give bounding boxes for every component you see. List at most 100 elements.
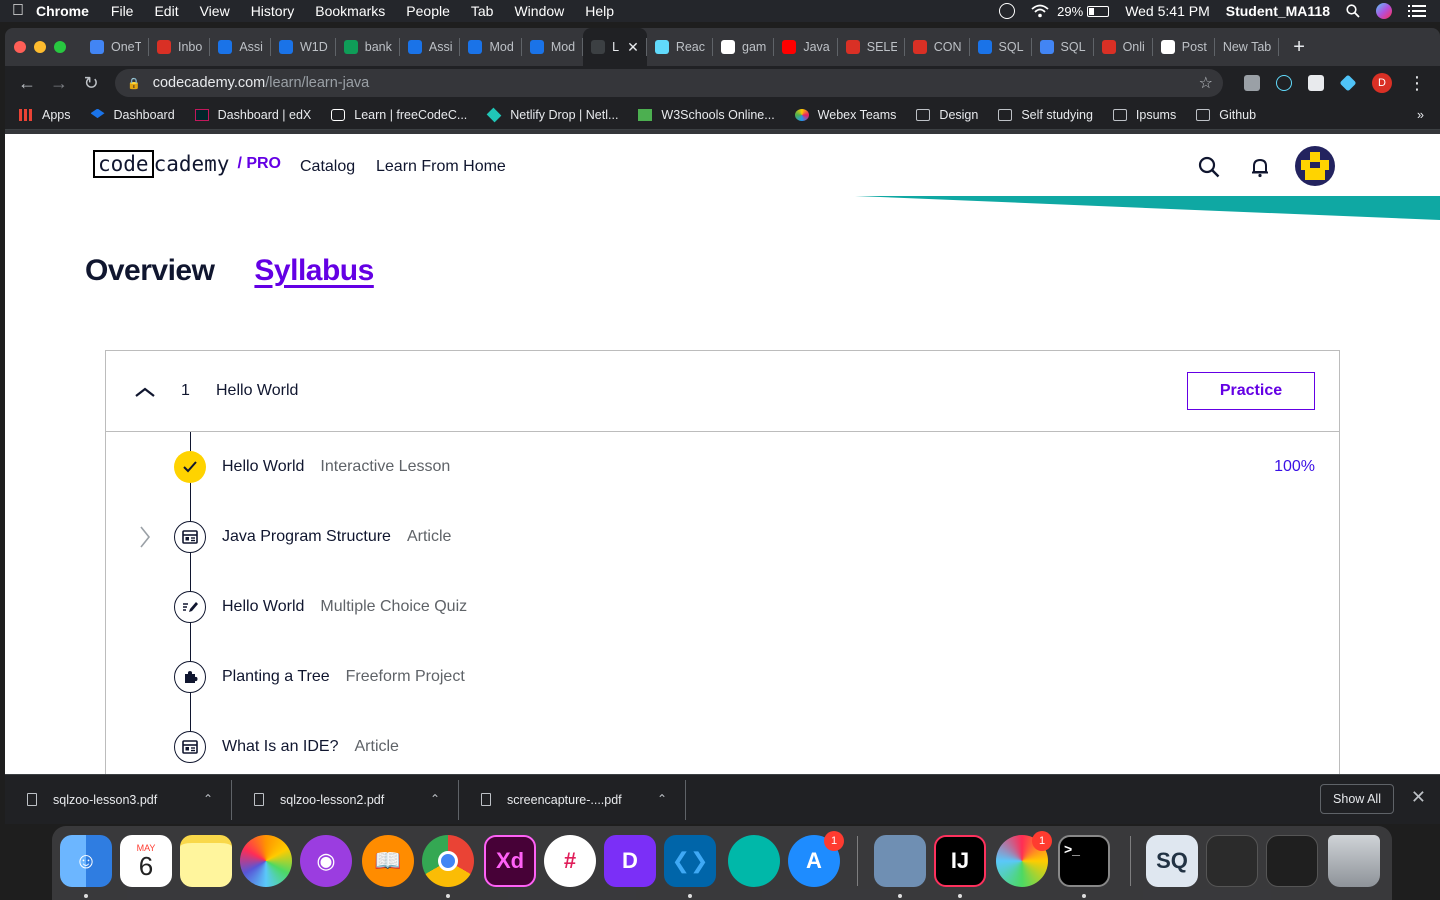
profile-avatar[interactable]: D — [1372, 73, 1392, 93]
reload-button[interactable]: ↻ — [75, 73, 107, 94]
browser-tab-active[interactable]: L ✕ — [583, 28, 647, 66]
window-thumbnail-icon[interactable] — [1266, 835, 1318, 887]
bookmarks-overflow-button[interactable]: » — [1417, 108, 1424, 122]
menu-window[interactable]: Window — [514, 3, 564, 19]
creative-cloud-icon[interactable] — [999, 3, 1016, 19]
gem-extension-icon[interactable] — [1339, 74, 1357, 92]
menu-edit[interactable]: Edit — [154, 3, 178, 19]
chevron-up-icon[interactable]: ⌃ — [430, 792, 440, 806]
screenshot-extension-icon[interactable] — [1244, 75, 1260, 91]
download-item[interactable]: sqlzoo-lesson2.pdf ⌃ — [232, 779, 459, 820]
notes-icon[interactable] — [180, 835, 232, 887]
menu-bookmarks[interactable]: Bookmarks — [315, 3, 385, 19]
teal-app-icon[interactable] — [728, 835, 780, 887]
browser-tab[interactable]: Mod — [460, 28, 523, 66]
screen-recorder-icon[interactable]: 1 — [996, 831, 1052, 887]
nav-catalog[interactable]: Catalog — [300, 158, 355, 176]
browser-tab[interactable]: bank — [336, 28, 400, 66]
lesson-item[interactable]: Hello World Interactive Lesson 100% — [106, 447, 1339, 487]
lesson-item[interactable]: Java Program Structure Article — [106, 517, 1339, 557]
lesson-item[interactable]: What Is an IDE? Article — [106, 727, 1339, 767]
close-tab-icon[interactable]: ✕ — [627, 39, 639, 56]
spotlight-icon[interactable] — [1346, 4, 1360, 18]
battery-icon[interactable] — [1087, 5, 1110, 17]
forward-button[interactable]: → — [43, 73, 75, 94]
browser-tab[interactable]: Assi — [210, 28, 271, 66]
browser-tab[interactable]: Onli — [1094, 28, 1154, 66]
intellij-icon[interactable]: IJ — [934, 835, 986, 887]
apple-menu-icon[interactable]:  — [0, 2, 36, 20]
nav-learn-from-home[interactable]: Learn From Home — [376, 158, 506, 176]
podcasts-icon[interactable]: ◉ — [300, 835, 352, 887]
bookmark-w3schools[interactable]: W3Schools Online... — [638, 108, 775, 122]
menu-history[interactable]: History — [251, 3, 295, 19]
books-icon[interactable]: 📖 — [362, 835, 414, 887]
menu-view[interactable]: View — [200, 3, 230, 19]
menu-file[interactable]: File — [111, 3, 134, 19]
extension-icon[interactable] — [1308, 75, 1324, 91]
download-item[interactable]: sqlzoo-lesson3.pdf ⌃ — [5, 779, 232, 820]
browser-tab[interactable]: Inbo — [149, 28, 211, 66]
siri-icon[interactable] — [1376, 3, 1392, 19]
vscode-icon[interactable]: ❮❯ — [664, 835, 716, 887]
bookmark-edx[interactable]: Dashboard | edX — [194, 108, 311, 122]
lesson-item[interactable]: Hello World Multiple Choice Quiz — [106, 587, 1339, 627]
search-icon[interactable] — [1198, 156, 1220, 178]
bookmark-apps[interactable]: Apps — [19, 108, 71, 122]
bookmark-folder-self-studying[interactable]: Self studying — [998, 108, 1093, 122]
menu-app-name[interactable]: Chrome — [36, 3, 89, 19]
bookmark-folder-design[interactable]: Design — [916, 108, 978, 122]
lock-icon[interactable]: 🔒 — [127, 77, 141, 90]
terminal-icon[interactable]: >_ — [1058, 835, 1110, 887]
trash-icon[interactable] — [1328, 835, 1380, 887]
chevron-up-icon[interactable]: ⌃ — [657, 792, 667, 806]
slack-icon[interactable]: # — [544, 835, 596, 887]
bookmark-dashboard[interactable]: Dashboard — [90, 108, 175, 122]
browser-tab[interactable]: Java — [774, 28, 839, 66]
zoom-window-button[interactable] — [54, 41, 66, 53]
sql-document-icon[interactable]: SQ — [1146, 835, 1198, 887]
adobe-xd-icon[interactable]: Xd — [484, 835, 536, 887]
browser-tab[interactable]: Assi — [400, 28, 461, 66]
show-all-button[interactable]: Show All — [1320, 784, 1394, 814]
chrome-icon[interactable] — [422, 835, 474, 887]
browser-tab[interactable]: CON — [905, 28, 970, 66]
lesson-item[interactable]: Planting a Tree Freeform Project — [106, 657, 1339, 697]
finder-icon[interactable]: ☺ — [60, 835, 112, 887]
bookmark-folder-github[interactable]: Github — [1196, 108, 1256, 122]
address-bar[interactable]: 🔒 codecademy.com/learn/learn-java ☆ — [115, 69, 1223, 97]
module-header[interactable]: 1 Hello World Practice — [106, 351, 1339, 432]
browser-tab[interactable]: gam — [713, 28, 775, 66]
chrome-menu-icon[interactable]: ⋮ — [1408, 73, 1426, 94]
browser-tab[interactable]: Reac — [647, 28, 714, 66]
browser-tab[interactable]: SELE — [838, 28, 905, 66]
preview-icon[interactable] — [874, 835, 926, 887]
menu-tab[interactable]: Tab — [471, 3, 494, 19]
dash-app-icon[interactable]: D — [604, 835, 656, 887]
tab-syllabus[interactable]: Syllabus — [254, 254, 374, 288]
user-name[interactable]: Student_MA118 — [1226, 3, 1330, 19]
back-button[interactable]: ← — [11, 73, 43, 94]
bookmark-star-icon[interactable]: ☆ — [1199, 73, 1213, 93]
browser-tab[interactable]: Mod — [522, 28, 584, 66]
notification-center-icon[interactable] — [1408, 5, 1426, 17]
close-icon[interactable]: ✕ — [1411, 787, 1426, 808]
bookmark-freecodecamp[interactable]: Learn | freeCodeC... — [331, 108, 467, 122]
bookmark-folder-ipsums[interactable]: Ipsums — [1112, 108, 1176, 122]
menu-help[interactable]: Help — [585, 3, 614, 19]
chevron-right-icon[interactable] — [138, 525, 152, 549]
bookmark-webex[interactable]: Webex Teams — [794, 108, 896, 122]
close-window-button[interactable] — [14, 41, 26, 53]
browser-tab[interactable]: Post — [1153, 28, 1215, 66]
download-item[interactable]: screencapture-....pdf ⌃ — [459, 779, 686, 820]
chevron-up-icon[interactable] — [134, 381, 156, 403]
react-devtools-icon[interactable] — [1276, 75, 1292, 91]
browser-tab[interactable]: OneT — [82, 28, 149, 66]
minimize-window-button[interactable] — [34, 41, 46, 53]
practice-button[interactable]: Practice — [1187, 372, 1315, 410]
browser-tab[interactable]: New Tab — [1215, 28, 1280, 66]
app-store-icon[interactable]: A1 — [788, 831, 844, 887]
browser-tab[interactable]: SQL — [970, 28, 1032, 66]
calendar-icon[interactable]: MAY 6 — [120, 835, 172, 887]
photos-icon[interactable] — [240, 835, 292, 887]
